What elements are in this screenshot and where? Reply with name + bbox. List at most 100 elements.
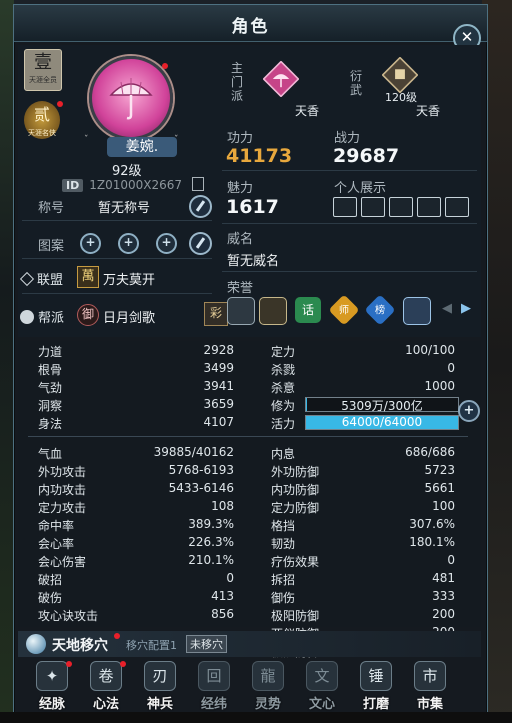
rank-medal-1[interactable]: 壹 天涯全员 [24, 49, 62, 91]
nav-label: 打磨 [362, 697, 389, 712]
edit-pattern-button[interactable] [189, 232, 212, 255]
nav-notify-dot [66, 661, 72, 667]
honor-badge-3-icon[interactable]: 话 [295, 297, 321, 323]
stat-label: 杀戮 [271, 363, 296, 377]
stat-label: 外功防御 [271, 465, 320, 479]
prestige-label: 威名 [227, 232, 254, 247]
add-pattern-button-2[interactable]: + [118, 233, 139, 254]
outfit-icon[interactable] [445, 197, 469, 217]
alliance-name[interactable]: 万夫莫开 [103, 269, 155, 288]
avatar[interactable] [89, 56, 173, 140]
nav-button-8[interactable]: 市市集 [410, 661, 450, 713]
side-sect-level: 120级 [385, 91, 417, 104]
add-pattern-button-3[interactable]: + [156, 233, 177, 254]
stat-label: 内功攻击 [38, 483, 87, 497]
honor-badge-2-icon[interactable] [259, 297, 287, 325]
stat-label: 攻心诀攻击 [38, 609, 99, 623]
nav-button-7[interactable]: 锤打磨 [356, 661, 396, 713]
stat-value: 108 [211, 499, 234, 513]
honor-label: 荣誉 [227, 281, 254, 296]
combat-label: 战力 [334, 131, 361, 146]
stat-label: 定力防御 [271, 501, 320, 515]
honor-badge-6-icon[interactable] [403, 297, 431, 325]
stat-label: 会心率 [38, 537, 75, 551]
umbrella-icon [109, 78, 153, 120]
nav-button-1[interactable]: ✦ 经脉 [32, 661, 72, 713]
stat-row: 气劲 3941 [38, 379, 234, 395]
stat-row: 定力 100/100 [271, 343, 455, 359]
stat-label: 疗伤效果 [271, 555, 320, 569]
divider [222, 170, 477, 171]
divider [22, 293, 212, 294]
vigor-bar-text: 64000/64000 [341, 415, 423, 429]
character-window: 角色 ✕ 壹 天涯全员 贰 天涯名侠 ˇ ˇ 姜婉. 92级 ID1Z01000… [13, 4, 488, 721]
charm-label: 魅力 [227, 181, 254, 196]
copy-icon[interactable] [191, 177, 204, 191]
medal-1-char: 壹 [34, 52, 52, 73]
nav-button-2[interactable]: 卷心法 [86, 661, 126, 713]
main-sect-icon[interactable] [263, 61, 299, 97]
nav-button-4[interactable]: 回经纬 [194, 661, 234, 713]
guild-name[interactable]: 日月剑歌 [103, 307, 155, 326]
stat-row: 会心率 226.3% [38, 535, 234, 551]
chevron-left-icon[interactable]: ˇ [84, 135, 89, 145]
pattern-label: 图案 [38, 239, 65, 254]
rank-medal-2[interactable]: 贰 天涯名侠 [24, 101, 60, 139]
medal-1-subtitle: 天涯全员 [29, 76, 57, 84]
stat-label: 杀意 [271, 381, 296, 395]
stat-row: 韧劲 180.1% [271, 535, 455, 551]
castle-icon[interactable] [389, 197, 413, 217]
honor-prev-icon[interactable]: ◀ [442, 301, 452, 316]
stat-value: 0 [447, 553, 455, 567]
stat-label: 会心伤害 [38, 555, 87, 569]
stat-value: 180.1% [409, 535, 455, 549]
nav-label: 神兵 [146, 697, 173, 712]
stat-value: 5661 [424, 481, 455, 495]
stat-value: 226.3% [188, 535, 234, 549]
title-bar: 角色 [14, 5, 487, 42]
nav-label: 经纬 [200, 697, 227, 712]
id-card-icon[interactable] [333, 197, 357, 217]
stat-row: 定力攻击 108 [38, 499, 234, 515]
stat-value: 3499 [203, 361, 234, 375]
acupoint-config[interactable]: 移穴配置1 [126, 637, 177, 653]
stat-row: 破伤 413 [38, 589, 234, 605]
nav-button-5[interactable]: 龍灵势 [248, 661, 288, 713]
honor-next-icon[interactable]: ▶ [461, 301, 471, 316]
stat-value: 481 [432, 571, 455, 585]
nav-icon: 市 [414, 661, 446, 691]
mount-icon[interactable] [417, 197, 441, 217]
stat-label: 内息 [271, 447, 296, 461]
nav-button-6[interactable]: 文文心 [302, 661, 342, 713]
id-label: ID [62, 179, 84, 192]
stat-label: 破伤 [38, 591, 63, 605]
main-sect-label: 主门派 [230, 61, 243, 103]
stat-value: 5768-6193 [168, 463, 234, 477]
nav-label: 经脉 [38, 697, 65, 712]
nav-button-3[interactable]: 刃神兵 [140, 661, 180, 713]
stat-row: 洞察 3659 [38, 397, 234, 413]
add-cultivation-button[interactable]: + [458, 400, 480, 422]
nav-icon: 文 [306, 661, 338, 691]
house-icon[interactable] [361, 197, 385, 217]
add-pattern-button-1[interactable]: + [80, 233, 101, 254]
guild-flag-icon[interactable]: 彩 [204, 302, 228, 326]
stat-row: 外功防御 5723 [271, 463, 455, 479]
stat-label: 根骨 [38, 363, 63, 377]
stat-value: 100 [432, 499, 455, 513]
honor-badge-1-icon[interactable] [227, 297, 255, 325]
edit-title-button[interactable] [189, 195, 212, 218]
stat-value: 3941 [203, 379, 234, 393]
yin-yang-icon [26, 634, 46, 654]
stat-row: 拆招 481 [271, 571, 455, 587]
stat-value: 333 [432, 589, 455, 603]
guild-label-wrap: 帮派 [20, 307, 64, 326]
side-sect-icon[interactable] [382, 57, 418, 93]
divider [222, 223, 477, 224]
acupoint-bar[interactable]: 天地移穴 移穴配置1 未移穴 [18, 631, 481, 657]
nav-icon: 刃 [144, 661, 176, 691]
stat-value: 0 [226, 571, 234, 585]
guild-emblem-icon [20, 310, 34, 324]
bottom-nav: ✦ 经脉卷心法刃神兵回经纬龍灵势文文心锤打磨市市集 [18, 659, 481, 716]
stat-value: 4107 [203, 415, 234, 429]
